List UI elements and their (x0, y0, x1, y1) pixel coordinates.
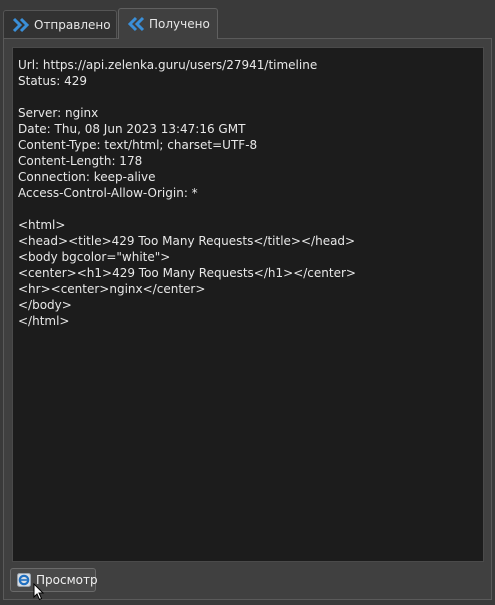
header-line: Access-Control-Allow-Origin: * (18, 186, 198, 200)
header-line: Content-Length: 178 (18, 154, 143, 168)
body-line: <body bgcolor="white"> (18, 250, 171, 264)
url-line: Url: https://api.zelenka.guru/users/2794… (18, 58, 318, 72)
tab-received[interactable]: Получено (118, 8, 218, 39)
header-line: Date: Thu, 08 Jun 2023 13:47:16 GMT (18, 122, 246, 136)
tab-sent[interactable]: Отправлено (3, 10, 117, 38)
tab-bar: Отправлено Получено (0, 0, 495, 39)
body-line: </body> (18, 298, 72, 312)
browser-icon (17, 573, 31, 587)
body-line: </html> (18, 314, 70, 328)
header-line: Content-Type: text/html; charset=UTF-8 (18, 138, 258, 152)
body-line: <hr><center>nginx</center> (18, 282, 206, 296)
header-line: Server: nginx (18, 106, 99, 120)
response-panel: Url: https://api.zelenka.guru/users/2794… (3, 38, 492, 600)
tab-received-label: Получено (149, 17, 210, 31)
mouse-cursor-icon (33, 582, 45, 604)
chevrons-right-icon (12, 17, 30, 33)
tab-sent-label: Отправлено (34, 17, 111, 32)
body-line: <head><title>429 Too Many Requests</titl… (18, 234, 356, 248)
preview-button-label: Просмотр (36, 573, 98, 587)
body-line: <center><h1>429 Too Many Requests</h1></… (18, 266, 356, 280)
response-text-area[interactable]: Url: https://api.zelenka.guru/users/2794… (12, 47, 484, 562)
header-line: Connection: keep-alive (18, 170, 156, 184)
body-line: <html> (18, 218, 66, 232)
status-line: Status: 429 (18, 74, 87, 88)
chevrons-left-icon (127, 16, 145, 32)
preview-button[interactable]: Просмотр (10, 568, 98, 592)
